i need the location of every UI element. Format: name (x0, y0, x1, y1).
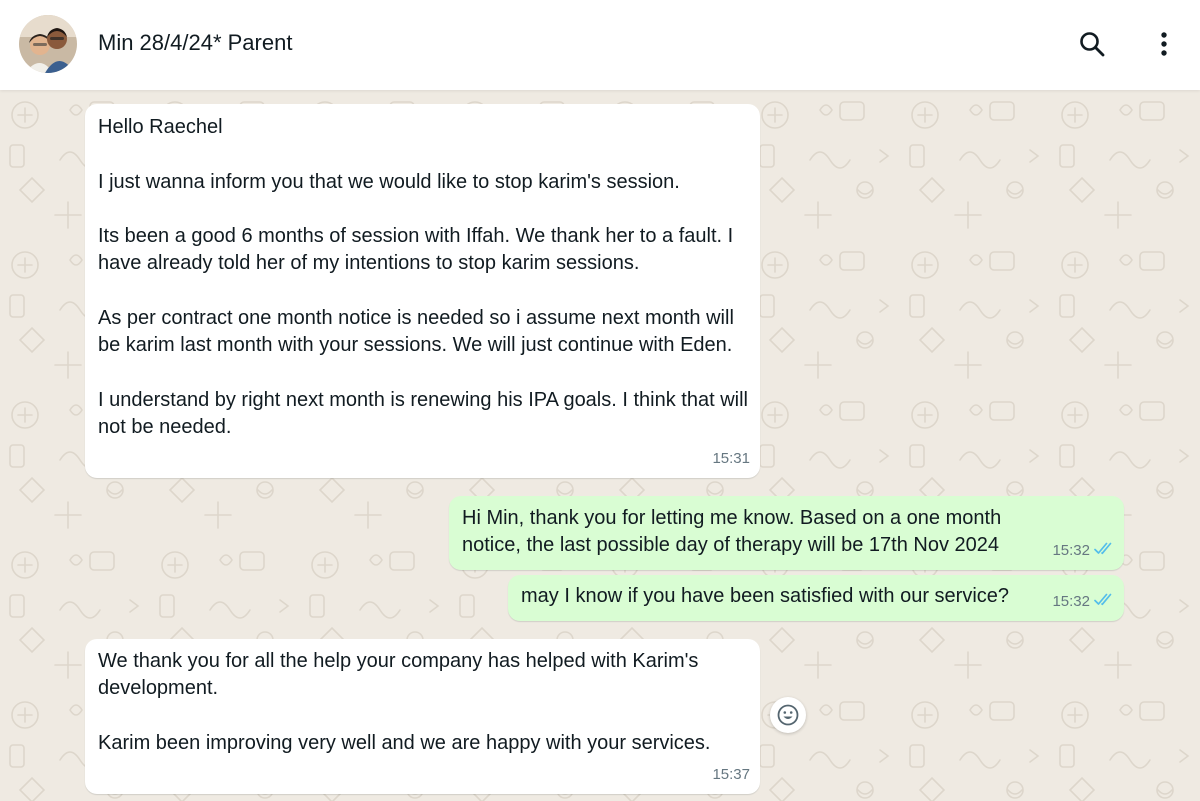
chat-title[interactable]: Min 28/4/24* Parent (98, 30, 292, 56)
message-meta: 15:31 (712, 445, 750, 472)
double-check-read-icon (1094, 588, 1114, 615)
message-time: 15:32 (1052, 592, 1090, 610)
message-text: We thank you for all the help your compa… (98, 650, 711, 754)
emoji-smile-icon[interactable] (770, 697, 806, 733)
more-vertical-icon[interactable] (1146, 26, 1182, 62)
message-text: may I know if you have been satisfied wi… (521, 585, 1010, 607)
double-check-read-icon (1094, 537, 1114, 564)
message-outgoing[interactable]: may I know if you have been satisfied wi… (508, 575, 1124, 621)
search-icon[interactable] (1074, 26, 1110, 62)
message-meta: 15:37 (712, 761, 750, 788)
message-text: Hello Raechel I just wanna inform you th… (98, 116, 748, 439)
message-meta: 15:32 (1052, 588, 1114, 615)
message-text: Hi Min, thank you for letting me know. B… (462, 507, 1007, 557)
message-outgoing[interactable]: Hi Min, thank you for letting me know. B… (449, 496, 1124, 570)
message-incoming[interactable]: Hello Raechel I just wanna inform you th… (85, 104, 760, 478)
chat-header: Min 28/4/24* Parent (0, 0, 1200, 90)
message-meta: 15:32 (1052, 537, 1114, 564)
avatar-photo (19, 15, 77, 73)
message-incoming[interactable]: We thank you for all the help your compa… (85, 639, 760, 794)
contact-avatar[interactable] (19, 15, 77, 73)
message-time: 15:32 (1052, 541, 1090, 559)
message-time: 15:37 (712, 765, 750, 783)
message-time: 15:31 (712, 449, 750, 467)
